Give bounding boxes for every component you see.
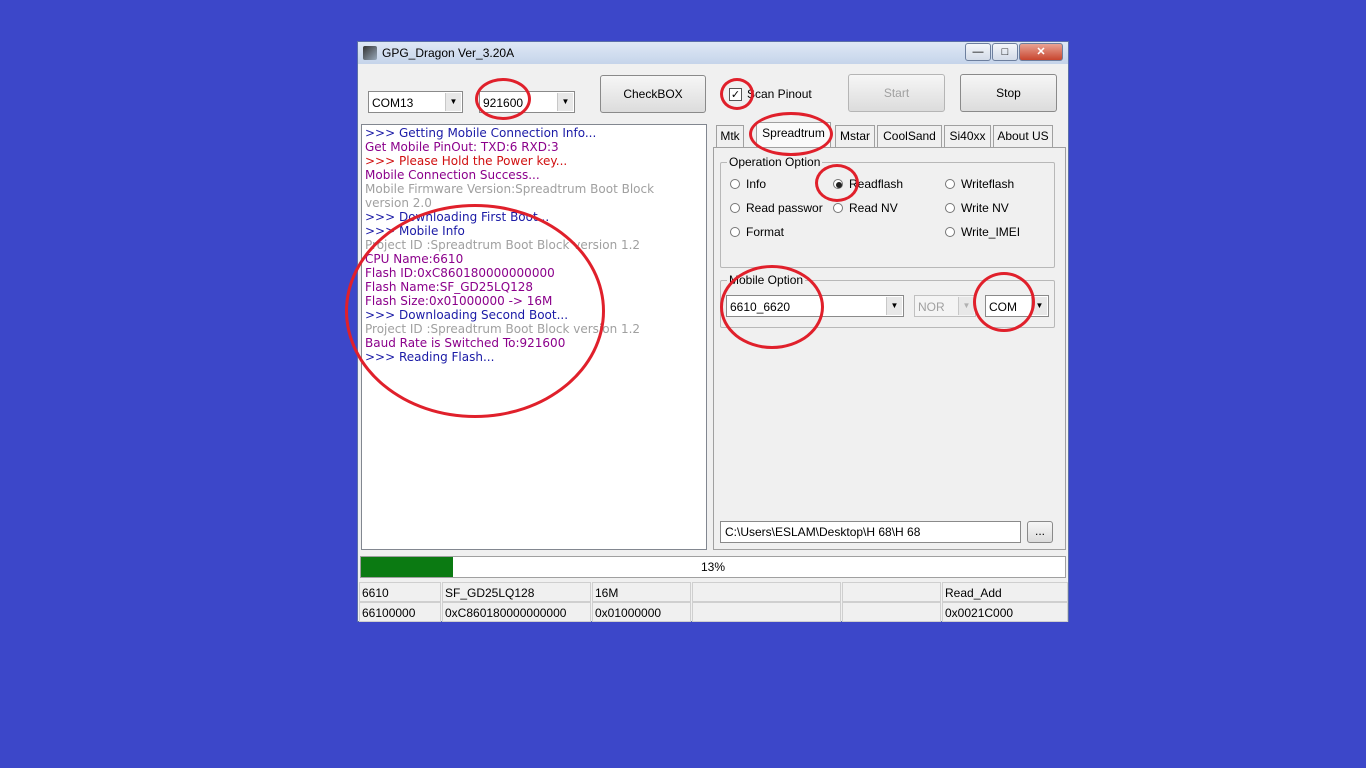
radio-info[interactable]	[730, 179, 740, 189]
radio-writeflash[interactable]	[945, 179, 955, 189]
scan-pinout-checkbox[interactable]: ✓	[729, 88, 742, 101]
close-icon[interactable]: ✕	[1019, 43, 1063, 61]
tab-mtk[interactable]: Mtk	[716, 125, 744, 147]
log-line: Flash Name:SF_GD25LQ128	[365, 280, 534, 294]
spreadtrum-panel: Operation Option Info Readflash Writefla…	[713, 147, 1066, 550]
log-line: Mobile Connection Success...	[365, 168, 540, 182]
flash-type-value: NOR	[918, 300, 945, 314]
radio-read-nv-label: Read NV	[849, 201, 898, 215]
log-line: >>> Please Hold the Power key...	[365, 154, 568, 168]
stop-button[interactable]: Stop	[960, 74, 1057, 112]
radio-write-nv[interactable]	[945, 203, 955, 213]
app-window: GPG_Dragon Ver_3.20A — □ ✕ COM13 ▼ 92160…	[357, 41, 1069, 622]
flash-type-select[interactable]: NOR ▼	[914, 295, 976, 317]
status-cpu-code: 66100000	[359, 602, 441, 622]
file-path-field[interactable]: C:\Users\ESLAM\Desktop\H 68\H 68	[720, 521, 1021, 543]
chevron-down-icon[interactable]: ▼	[958, 297, 974, 315]
checkbox-button[interactable]: CheckBOX	[600, 75, 706, 113]
browse-button[interactable]: ...	[1027, 521, 1053, 543]
tab-spreadtrum[interactable]: Spreadtrum	[756, 122, 831, 148]
log-line: >>> Downloading First Boot...	[365, 210, 550, 224]
operation-option-group: Operation Option Info Readflash Writefla…	[720, 155, 1055, 268]
radio-writeflash-label: Writeflash	[961, 177, 1015, 191]
status-empty-3	[692, 602, 841, 622]
chevron-down-icon[interactable]: ▼	[886, 297, 902, 315]
mobile-model-select[interactable]: 6610_6620 ▼	[726, 295, 904, 317]
maximize-icon[interactable]: □	[992, 43, 1018, 61]
radio-write-imei-label: Write_IMEI	[961, 225, 1021, 239]
radio-readflash-label: Readflash	[849, 177, 904, 191]
mobile-model-value: 6610_6620	[730, 300, 791, 314]
chevron-down-icon[interactable]: ▼	[557, 93, 573, 111]
tab-mstar[interactable]: Mstar	[835, 125, 875, 147]
status-flash-id: 0xC860180000000000	[442, 602, 591, 622]
status-empty-4	[842, 602, 941, 622]
log-line: Mobile Firmware Version:Spreadtrum Boot …	[365, 182, 655, 210]
status-read-add-label: Read_Add	[942, 582, 1068, 602]
scan-pinout-label: Scan Pinout	[747, 87, 812, 101]
status-flash-name: SF_GD25LQ128	[442, 582, 591, 602]
radio-readflash[interactable]	[833, 179, 843, 189]
chevron-down-icon[interactable]: ▼	[1031, 297, 1047, 315]
baud-rate-value: 921600	[483, 96, 524, 110]
progress-bar: 13%	[360, 556, 1066, 578]
radio-format[interactable]	[730, 227, 740, 237]
minimize-icon[interactable]: —	[965, 43, 991, 61]
baud-rate-select[interactable]: 921600 ▼	[479, 91, 575, 113]
log-line: Flash Size:0x01000000 -> 16M	[365, 294, 553, 308]
log-line: >>> Mobile Info	[365, 224, 465, 238]
radio-format-label: Format	[746, 225, 785, 239]
radio-info-label: Info	[746, 177, 767, 191]
com-port-value: COM13	[372, 96, 414, 110]
radio-read-password-label: Read passwor	[746, 201, 823, 215]
dragon-app-icon	[363, 46, 377, 60]
log-line: Project ID :Spreadtrum Boot Block versio…	[365, 322, 641, 336]
radio-write-nv-label: Write NV	[961, 201, 1009, 215]
com-port-select[interactable]: COM13 ▼	[368, 91, 463, 113]
window-title: GPG_Dragon Ver_3.20A	[382, 46, 515, 60]
chevron-down-icon[interactable]: ▼	[445, 93, 461, 111]
mobile-option-legend: Mobile Option	[727, 273, 806, 287]
log-line: >>> Reading Flash...	[365, 350, 495, 364]
tab-si40xx[interactable]: Si40xx	[944, 125, 991, 147]
radio-read-nv[interactable]	[833, 203, 843, 213]
mobile-option-group: Mobile Option 6610_6620 ▼ NOR ▼ COM ▼	[720, 273, 1055, 328]
connection-value: COM	[989, 300, 1017, 314]
tab-about-us[interactable]: About US	[993, 125, 1053, 147]
radio-read-password[interactable]	[730, 203, 740, 213]
log-line: Flash ID:0xC860180000000000	[365, 266, 555, 280]
status-read-address: 0x0021C000	[942, 602, 1068, 622]
log-output[interactable]: >>> Getting Mobile Connection Info... Ge…	[361, 124, 707, 550]
log-line: Project ID :Spreadtrum Boot Block versio…	[365, 238, 641, 252]
status-empty-2	[842, 582, 941, 602]
log-line: >>> Downloading Second Boot...	[365, 308, 569, 322]
operation-option-legend: Operation Option	[727, 155, 823, 169]
radio-write-imei[interactable]	[945, 227, 955, 237]
tab-coolsand[interactable]: CoolSand	[877, 125, 942, 147]
status-cpu: 6610	[359, 582, 441, 602]
status-flash-size: 16M	[592, 582, 691, 602]
log-line: Get Mobile PinOut: TXD:6 RXD:3	[365, 140, 559, 154]
title-bar[interactable]: GPG_Dragon Ver_3.20A — □ ✕	[358, 42, 1068, 64]
log-line: Baud Rate is Switched To:921600	[365, 336, 566, 350]
log-line: >>> Getting Mobile Connection Info...	[365, 126, 597, 140]
connection-select[interactable]: COM ▼	[985, 295, 1049, 317]
log-line: CPU Name:6610	[365, 252, 464, 266]
start-button[interactable]: Start	[848, 74, 945, 112]
status-empty-1	[692, 582, 841, 602]
progress-label: 13%	[700, 560, 726, 574]
status-flash-size-hex: 0x01000000	[592, 602, 691, 622]
